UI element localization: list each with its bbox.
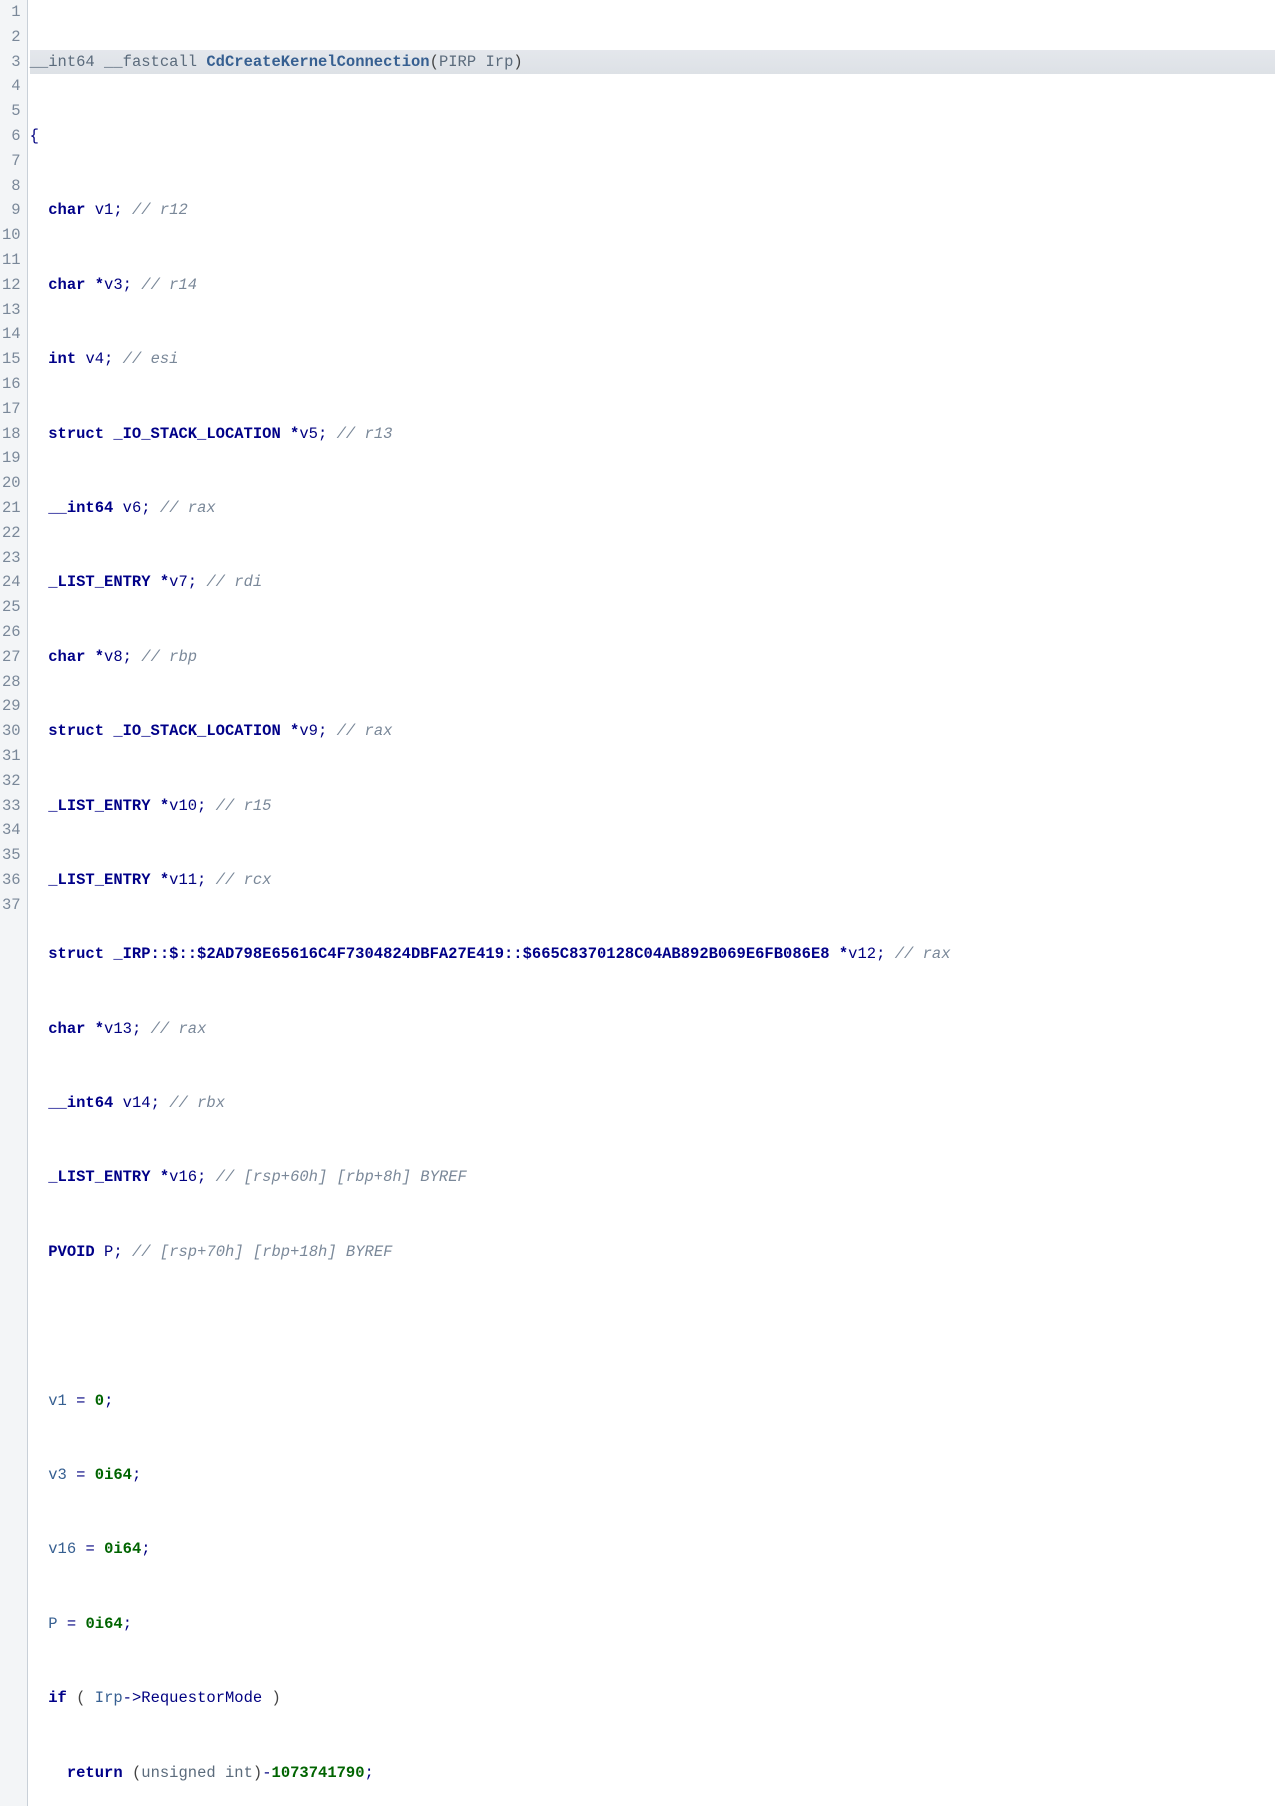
line-number: 31 — [2, 744, 21, 769]
line-number: 2 — [2, 25, 21, 50]
line-number: 9 — [2, 198, 21, 223]
decl-v6: __int64 v6; // rax — [30, 496, 1275, 521]
line-number: 28 — [2, 670, 21, 695]
line-number: 5 — [2, 99, 21, 124]
line-number: 17 — [2, 397, 21, 422]
line-number: 22 — [2, 521, 21, 546]
line-number: 16 — [2, 372, 21, 397]
line-number: 4 — [2, 74, 21, 99]
function-signature: __int64 __fastcall CdCreateKernelConnect… — [30, 50, 1275, 75]
line-number: 1 — [2, 0, 21, 25]
decl-v12: struct _IRP::$::$2AD798E65616C4F7304824D… — [30, 942, 1275, 967]
line-number: 19 — [2, 446, 21, 471]
stmt-v1: v1 = 0; — [30, 1389, 1275, 1414]
decl-v16: _LIST_ENTRY *v16; // [rsp+60h] [rbp+8h] … — [30, 1165, 1275, 1190]
line-number: 27 — [2, 645, 21, 670]
line-number: 15 — [2, 347, 21, 372]
line-number-gutter: 1234567891011121314151617181920212223242… — [0, 0, 28, 1806]
stmt-P: P = 0i64; — [30, 1612, 1275, 1637]
decl-v4: int v4; // esi — [30, 347, 1275, 372]
line-number: 8 — [2, 174, 21, 199]
ret1: return (unsigned int)-1073741790; — [30, 1761, 1275, 1786]
decl-v10: _LIST_ENTRY *v10; // r15 — [30, 794, 1275, 819]
line-number: 10 — [2, 223, 21, 248]
line-number: 25 — [2, 595, 21, 620]
brace-open: { — [30, 124, 1275, 149]
line-number: 24 — [2, 570, 21, 595]
decl-v8: char *v8; // rbp — [30, 645, 1275, 670]
line-number: 33 — [2, 794, 21, 819]
line-number: 23 — [2, 546, 21, 571]
decl-v5: struct _IO_STACK_LOCATION *v5; // r13 — [30, 422, 1275, 447]
line-number: 12 — [2, 273, 21, 298]
line-number: 13 — [2, 298, 21, 323]
code-area[interactable]: __int64 __fastcall CdCreateKernelConnect… — [28, 0, 1275, 1806]
line-number: 6 — [2, 124, 21, 149]
line-number: 3 — [2, 50, 21, 75]
line-number: 11 — [2, 248, 21, 273]
line-number: 30 — [2, 719, 21, 744]
line-number: 36 — [2, 868, 21, 893]
decl-v11: _LIST_ENTRY *v11; // rcx — [30, 868, 1275, 893]
line-number: 37 — [2, 893, 21, 918]
line-number: 29 — [2, 694, 21, 719]
decl-v9: struct _IO_STACK_LOCATION *v9; // rax — [30, 719, 1275, 744]
line-number: 20 — [2, 471, 21, 496]
decl-v14: __int64 v14; // rbx — [30, 1091, 1275, 1116]
line-number: 14 — [2, 322, 21, 347]
line-number: 34 — [2, 818, 21, 843]
stmt-v3: v3 = 0i64; — [30, 1463, 1275, 1488]
decl-v13: char *v13; // rax — [30, 1017, 1275, 1042]
blank — [30, 1314, 1275, 1339]
line-number: 18 — [2, 422, 21, 447]
decl-P: PVOID P; // [rsp+70h] [rbp+18h] BYREF — [30, 1240, 1275, 1265]
if-reqmode: if ( Irp->RequestorMode ) — [30, 1686, 1275, 1711]
decl-v1: char v1; // r12 — [30, 198, 1275, 223]
decl-v3: char *v3; // r14 — [30, 273, 1275, 298]
line-number: 7 — [2, 149, 21, 174]
stmt-v16: v16 = 0i64; — [30, 1537, 1275, 1562]
decl-v7: _LIST_ENTRY *v7; // rdi — [30, 570, 1275, 595]
line-number: 32 — [2, 769, 21, 794]
line-number: 35 — [2, 843, 21, 868]
code-editor[interactable]: 1234567891011121314151617181920212223242… — [0, 0, 1275, 1806]
line-number: 26 — [2, 620, 21, 645]
line-number: 21 — [2, 496, 21, 521]
